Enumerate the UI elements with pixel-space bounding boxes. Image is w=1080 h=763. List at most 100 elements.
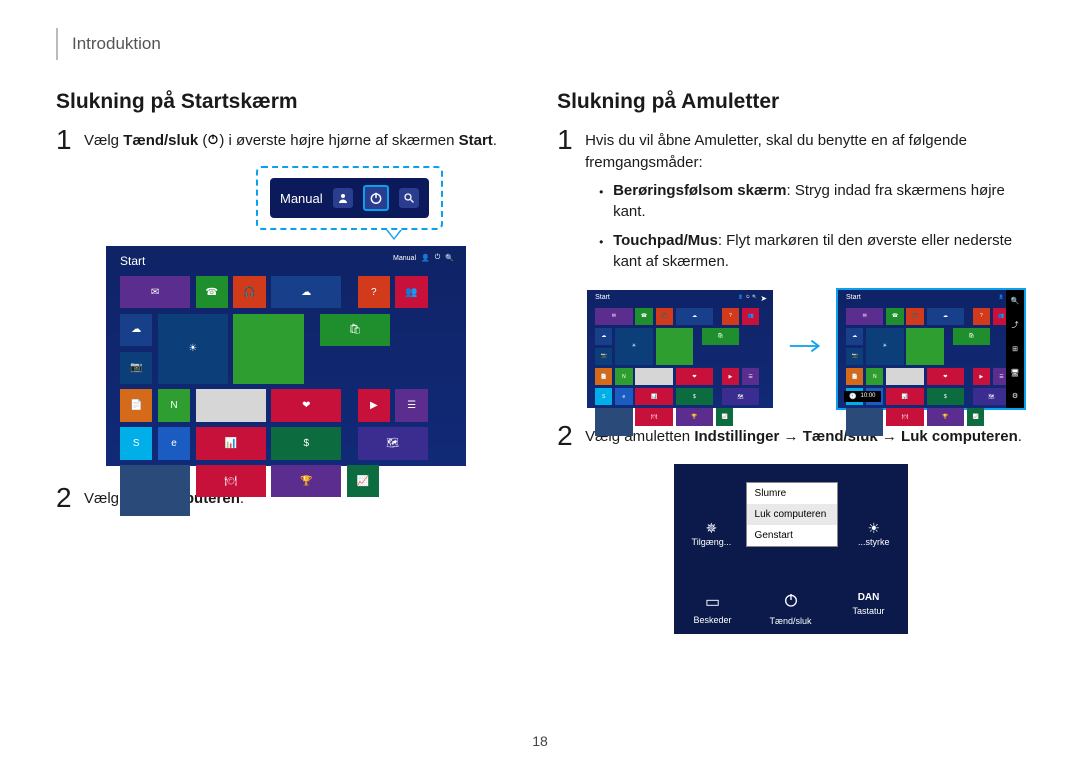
tile[interactable]: ▶ [973,368,990,385]
tile[interactable]: ☎ [635,308,652,325]
tile[interactable]: ? [973,308,990,325]
tile[interactable]: ✉ [120,276,190,308]
tile[interactable]: ☰ [742,368,759,385]
power-icon[interactable]: ⏻ [435,254,441,262]
tile[interactable]: 🛍 [320,314,390,346]
tile[interactable]: e [158,427,190,459]
tile[interactable] [120,465,190,516]
share-charm-icon[interactable]: ⤴ [1012,320,1019,330]
settings-charm-icon[interactable]: ⚙ [1012,392,1018,400]
tile[interactable]: 📄 [846,368,863,385]
tile[interactable] [846,408,883,435]
tile[interactable]: ☰ [395,389,427,421]
tile[interactable]: ▶ [358,389,390,421]
clock-text: 10:00 [860,393,875,399]
tile[interactable]: 🛍 [702,328,739,345]
tile[interactable]: ❤ [676,368,713,385]
search-icon[interactable]: 🔍 [445,254,454,262]
tile[interactable]: ☎ [886,308,903,325]
tile[interactable]: 🎧 [233,276,265,308]
tile[interactable]: 🍽 [635,408,672,425]
tile[interactable]: 🗺 [358,427,428,459]
tile[interactable] [635,368,672,385]
tile[interactable]: 📊 [886,388,923,405]
tile[interactable]: ? [722,308,739,325]
tile[interactable]: 🏆 [676,408,713,425]
right-heading: Slukning på Amuletter [557,90,1024,114]
tile[interactable]: 👥 [742,308,759,325]
avatar-icon[interactable]: 👤 [421,254,430,262]
tile[interactable]: 📷 [846,348,863,365]
tile[interactable]: ☎ [196,276,228,308]
tile[interactable]: ☁ [846,328,863,345]
text: Hvis du vil åbne Amuletter, skal du beny… [585,132,967,171]
tile[interactable]: ☀ [615,328,652,365]
tile[interactable]: $ [676,388,713,405]
tile[interactable]: $ [927,388,964,405]
tile[interactable]: ❤ [271,389,341,421]
tile[interactable]: ☁ [676,308,713,325]
tile[interactable]: ☀ [158,314,228,384]
bold-text: Berøringsfølsom skærm [613,182,786,199]
tile[interactable]: N [615,368,632,385]
tile[interactable]: ✉ [846,308,883,325]
tile[interactable]: ? [358,276,390,308]
tile[interactable]: ☁ [271,276,341,308]
callout-wrap: Manual [256,166,517,238]
tile[interactable]: ☁ [927,308,964,325]
tile[interactable]: 🎧 [906,308,923,325]
tile[interactable]: 🎧 [656,308,673,325]
tile[interactable]: ✉ [595,308,632,325]
tile[interactable]: 🏆 [927,408,964,425]
avatar-icon[interactable] [333,188,353,208]
tile[interactable]: ☀ [866,328,903,365]
tile[interactable]: 🗺 [973,388,1010,405]
charms-bar[interactable]: 🔍 ⤴ ⊞ 🖥 ⚙ [1006,290,1024,408]
tile[interactable] [196,389,266,421]
tile[interactable]: 🗺 [722,388,759,405]
tile[interactable]: 📷 [120,352,152,384]
tile[interactable] [595,408,632,435]
tile[interactable]: 📄 [595,368,612,385]
tile[interactable]: 👥 [395,276,427,308]
tile[interactable]: 📈 [967,408,984,425]
tile[interactable]: 🏆 [271,465,341,497]
start-title: Start [595,294,610,301]
tile[interactable]: 📈 [716,408,733,425]
popup-item-slumre[interactable]: Slumre [747,483,837,504]
tile[interactable]: 📊 [635,388,672,405]
tile[interactable]: 📷 [595,348,612,365]
tile[interactable]: S [120,427,152,459]
tile[interactable]: 🍽 [886,408,923,425]
search-icon[interactable] [399,188,419,208]
tile[interactable]: S [595,388,612,405]
tile[interactable]: 📈 [347,465,379,497]
tile[interactable]: 📄 [120,389,152,421]
tile[interactable] [233,314,303,384]
start-charm-icon[interactable]: ⊞ [1012,345,1018,353]
power-item[interactable]: Tænd/sluk [761,592,821,626]
text: ( [198,132,207,149]
tile[interactable]: ☁ [595,328,612,345]
tile[interactable]: ▶ [722,368,739,385]
tile[interactable]: ❤ [927,368,964,385]
tile[interactable]: 🛍 [953,328,990,345]
tile[interactable]: N [158,389,190,421]
search-charm-icon[interactable]: 🔍 [1011,297,1020,305]
keyboard-item[interactable]: DANTastatur [839,592,899,626]
avatar-icon: 👤 [999,294,1004,299]
tile[interactable]: $ [271,427,341,459]
tile[interactable]: 🍽 [196,465,266,497]
accessibility-item[interactable]: ✵Tilgæng... [692,520,732,547]
tile[interactable]: 📊 [196,427,266,459]
tile[interactable]: e [615,388,632,405]
tile[interactable] [886,368,923,385]
brightness-item[interactable]: ☀...styrke [858,520,890,547]
tile[interactable] [656,328,693,365]
power-icon-highlighted[interactable] [363,185,389,211]
tile[interactable] [906,328,943,365]
devices-charm-icon[interactable]: 🖥 [1011,369,1020,377]
tile[interactable]: N [866,368,883,385]
tile[interactable]: ☁ [120,314,152,346]
messages-item[interactable]: ▭Beskeder [683,592,743,626]
